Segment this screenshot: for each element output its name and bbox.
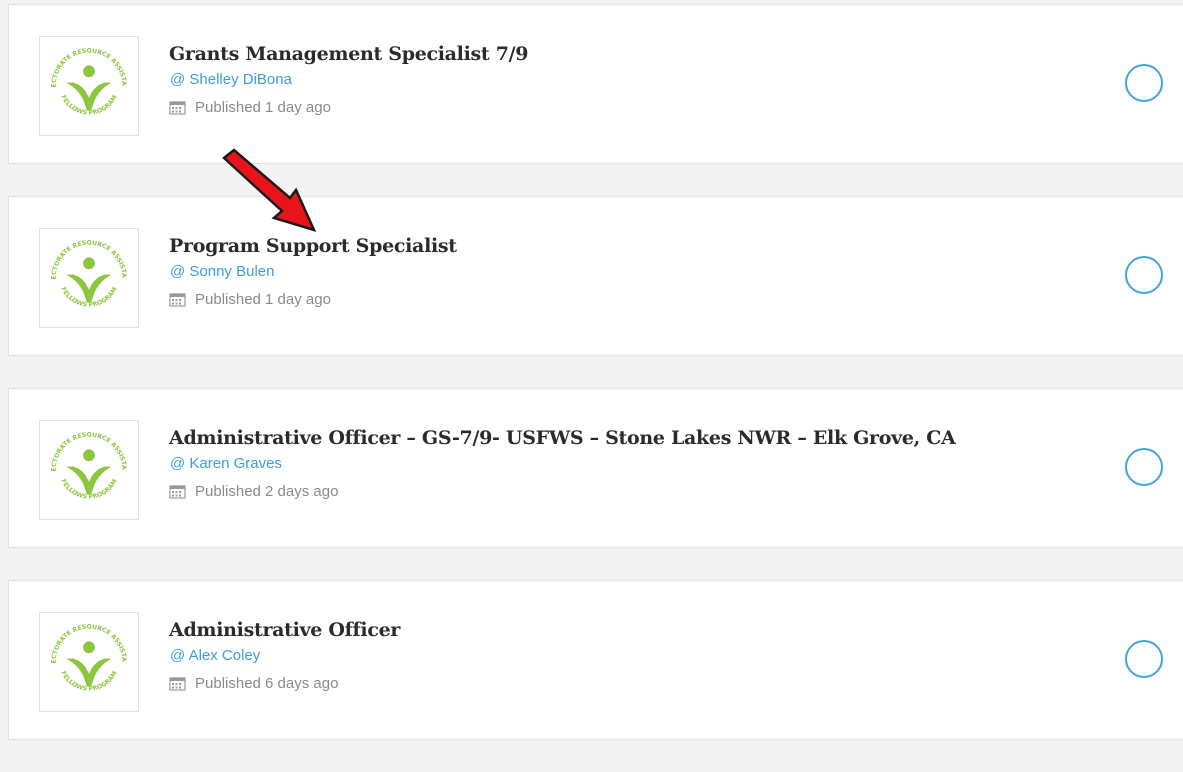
- job-card[interactable]: DIRECTORATE RESOURCE ASSISTANTS FELLOWS …: [8, 4, 1183, 164]
- job-title-link[interactable]: Administrative Officer: [169, 619, 400, 641]
- job-title-link[interactable]: Program Support Specialist: [169, 235, 457, 257]
- job-title-link[interactable]: Administrative Officer – GS-7/9- USFWS –…: [169, 427, 956, 449]
- select-circle-button[interactable]: [1125, 256, 1163, 294]
- select-circle-button[interactable]: [1125, 448, 1163, 486]
- published-text: Published 1 day ago: [195, 291, 331, 308]
- select-circle-button[interactable]: [1125, 640, 1163, 678]
- svg-text:DIRECTORATE RESOURCE ASSISTANT: DIRECTORATE RESOURCE ASSISTANTS: [40, 37, 127, 87]
- dra-logo: DIRECTORATE RESOURCE ASSISTANTS FELLOWS …: [39, 36, 139, 136]
- svg-text:DIRECTORATE RESOURCE ASSISTANT: DIRECTORATE RESOURCE ASSISTANTS: [40, 613, 127, 663]
- dra-logo: DIRECTORATE RESOURCE ASSISTANTS FELLOWS …: [39, 612, 139, 712]
- published-meta: Published 2 days ago: [169, 483, 338, 500]
- dra-logo: DIRECTORATE RESOURCE ASSISTANTS FELLOWS …: [39, 420, 139, 520]
- published-meta: Published 1 day ago: [169, 99, 331, 116]
- author-link[interactable]: @ Karen Graves: [170, 455, 282, 472]
- svg-text:DIRECTORATE RESOURCE ASSISTANT: DIRECTORATE RESOURCE ASSISTANTS: [40, 421, 127, 471]
- published-text: Published 6 days ago: [195, 675, 339, 692]
- dra-logo: DIRECTORATE RESOURCE ASSISTANTS FELLOWS …: [39, 228, 139, 328]
- published-meta: Published 1 day ago: [169, 291, 331, 308]
- job-card[interactable]: DIRECTORATE RESOURCE ASSISTANTS FELLOWS …: [8, 196, 1183, 356]
- svg-text:DIRECTORATE RESOURCE ASSISTANT: DIRECTORATE RESOURCE ASSISTANTS: [40, 229, 127, 279]
- job-list: DIRECTORATE RESOURCE ASSISTANTS FELLOWS …: [8, 4, 1183, 772]
- published-text: Published 1 day ago: [195, 99, 331, 116]
- calendar-icon: [169, 676, 186, 691]
- published-meta: Published 6 days ago: [169, 675, 338, 692]
- published-text: Published 2 days ago: [195, 483, 339, 500]
- calendar-icon: [169, 100, 186, 115]
- job-card[interactable]: DIRECTORATE RESOURCE ASSISTANTS FELLOWS …: [8, 388, 1183, 548]
- red-arrow-icon: [218, 148, 328, 238]
- author-link[interactable]: @ Sonny Bulen: [170, 263, 274, 280]
- job-card[interactable]: DIRECTORATE RESOURCE ASSISTANTS FELLOWS …: [8, 580, 1183, 740]
- calendar-icon: [169, 484, 186, 499]
- author-link[interactable]: @ Shelley DiBona: [170, 71, 292, 88]
- select-circle-button[interactable]: [1125, 64, 1163, 102]
- author-link[interactable]: @ Alex Coley: [170, 647, 260, 664]
- calendar-icon: [169, 292, 186, 307]
- job-title-link[interactable]: Grants Management Specialist 7/9: [169, 43, 528, 65]
